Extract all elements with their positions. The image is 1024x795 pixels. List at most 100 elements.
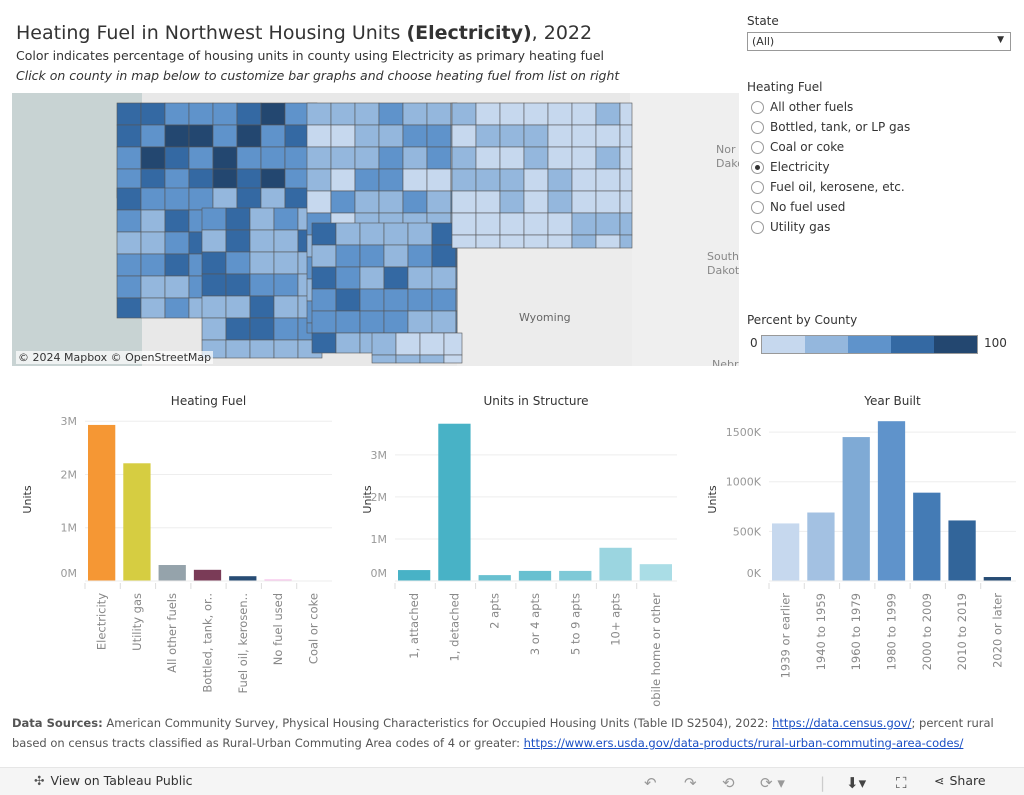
heating-fuel-chart[interactable]: Heating Fuel Units 0M 1M 2M 3M Electricity Util… [0, 388, 340, 708]
county[interactable] [407, 310, 433, 334]
county[interactable] [140, 146, 166, 170]
state-dropdown[interactable]: (All) ▼ [747, 32, 1011, 51]
refresh-icon[interactable]: ⟳ ▾ [760, 774, 785, 792]
county[interactable] [330, 146, 356, 170]
county[interactable] [201, 295, 227, 319]
county[interactable] [140, 297, 166, 319]
county[interactable] [201, 317, 227, 341]
county[interactable] [383, 266, 409, 290]
county[interactable] [225, 339, 251, 359]
county[interactable] [426, 190, 452, 214]
county[interactable] [499, 102, 525, 126]
county[interactable] [547, 168, 573, 192]
county[interactable] [249, 273, 275, 297]
county[interactable] [140, 275, 166, 299]
county[interactable] [225, 295, 251, 319]
county[interactable] [164, 187, 190, 211]
county[interactable] [284, 124, 310, 148]
county[interactable] [523, 146, 549, 170]
bar[interactable] [193, 569, 222, 581]
bar[interactable] [772, 523, 800, 581]
bar[interactable] [438, 423, 471, 581]
units-in-structure-chart[interactable]: Units in Structure Units 0M 1M 2M 3M 1, attach… [340, 388, 685, 717]
county[interactable] [164, 275, 190, 299]
county[interactable] [523, 168, 549, 192]
county[interactable] [188, 187, 214, 211]
county[interactable] [140, 168, 166, 192]
county[interactable] [359, 266, 385, 290]
county[interactable] [378, 124, 404, 148]
bar[interactable] [983, 577, 1011, 581]
radio-circle[interactable] [751, 100, 764, 114]
county[interactable] [523, 102, 549, 126]
county[interactable] [236, 124, 262, 148]
county[interactable] [595, 168, 621, 192]
county[interactable] [595, 146, 621, 170]
county[interactable] [499, 212, 525, 236]
county[interactable] [547, 102, 573, 126]
county[interactable] [395, 332, 421, 356]
county[interactable] [419, 332, 445, 356]
county[interactable] [335, 244, 361, 268]
county[interactable] [451, 124, 477, 148]
county[interactable] [116, 297, 142, 319]
county[interactable] [212, 187, 238, 211]
county[interactable] [260, 187, 286, 211]
county[interactable] [475, 234, 501, 249]
county[interactable] [407, 288, 433, 312]
radio-option[interactable]: Fuel oil, kerosene, etc. [751, 177, 910, 197]
county[interactable] [431, 244, 457, 268]
county[interactable] [571, 102, 597, 126]
county[interactable] [236, 168, 262, 192]
county[interactable] [426, 102, 452, 126]
county[interactable] [116, 231, 142, 255]
county[interactable] [571, 212, 597, 236]
county[interactable] [354, 146, 380, 170]
county[interactable] [225, 229, 251, 253]
county[interactable] [212, 102, 238, 126]
county[interactable] [260, 146, 286, 170]
undo-icon[interactable]: ↶ [644, 774, 657, 792]
county[interactable] [407, 222, 433, 246]
county[interactable] [164, 146, 190, 170]
county[interactable] [407, 244, 433, 268]
county[interactable] [431, 266, 457, 290]
radio-circle[interactable] [751, 200, 764, 214]
county[interactable] [311, 288, 337, 312]
map-canvas[interactable]: Wyoming [12, 93, 739, 366]
county[interactable] [407, 266, 433, 290]
county[interactable] [273, 339, 299, 359]
county[interactable] [164, 102, 190, 126]
radio-circle[interactable] [751, 220, 764, 234]
county[interactable] [475, 190, 501, 214]
county[interactable] [354, 102, 380, 126]
county[interactable] [619, 168, 633, 192]
radio-circle[interactable] [751, 120, 764, 134]
download-icon[interactable]: ⬇▾ [846, 774, 866, 792]
bar[interactable] [123, 463, 151, 581]
county[interactable] [225, 317, 251, 341]
county[interactable] [212, 124, 238, 148]
county[interactable] [426, 124, 452, 148]
county[interactable] [595, 102, 621, 126]
radio-option[interactable]: All other fuels [751, 97, 910, 117]
county[interactable] [225, 273, 251, 297]
county[interactable] [354, 168, 380, 192]
county[interactable] [547, 190, 573, 214]
county[interactable] [311, 244, 337, 268]
county[interactable] [455, 266, 458, 290]
county[interactable] [499, 168, 525, 192]
county[interactable] [116, 102, 142, 126]
county[interactable] [164, 231, 190, 255]
county[interactable] [451, 102, 477, 126]
county[interactable] [201, 229, 227, 253]
county[interactable] [284, 187, 310, 211]
county[interactable] [431, 288, 457, 312]
county[interactable] [402, 124, 428, 148]
county[interactable] [571, 124, 597, 148]
bar[interactable] [599, 547, 632, 581]
view-on-tableau-button[interactable]: ✣ View on Tableau Public [34, 773, 193, 788]
county[interactable] [378, 190, 404, 214]
county[interactable] [306, 146, 332, 170]
fullscreen-icon[interactable]: ⛶ [896, 774, 907, 792]
